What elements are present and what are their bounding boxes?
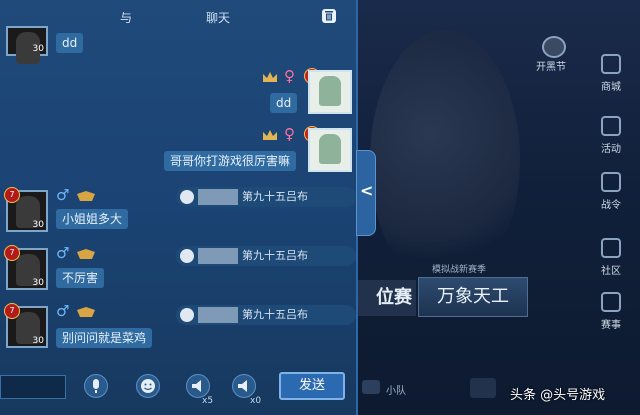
chat-panel: 与 聊天 30 dd ♀ 6 dd ♀ 6 哥哥你打游戏很厉害嘛 7 30: [0, 0, 358, 415]
chevron-left-icon: <: [360, 181, 374, 200]
sidebar-item-events[interactable]: 赛事: [588, 290, 634, 336]
sidebar-item-community[interactable]: 社区: [588, 236, 634, 282]
avatar-level-number: 30: [32, 278, 44, 288]
crown-icon: [263, 130, 277, 140]
collapse-panel-button[interactable]: <: [356, 150, 376, 236]
mode-subtitle: 模拟战新赛季: [432, 265, 487, 275]
sidebar-item-label: 战令: [601, 200, 621, 211]
honor-text: 第九十五吕布: [242, 249, 308, 262]
message-bubble: 小姐姐多大: [56, 209, 129, 229]
chat-header: 与 聊天: [0, 0, 356, 33]
ranked-mode-button[interactable]: 位赛: [352, 280, 416, 316]
activity-icon: [601, 116, 621, 136]
horn-button[interactable]: [186, 374, 210, 398]
male-icon: ♂: [56, 302, 70, 320]
microphone-icon: [93, 379, 99, 393]
horn2-count: x0: [250, 396, 262, 406]
male-icon: ♂: [56, 186, 70, 204]
female-icon: ♀: [284, 125, 295, 143]
avatar-figure: [319, 134, 341, 164]
honor-tag: 第九十五吕布: [176, 187, 356, 207]
sidebar-item-shop[interactable]: 商城: [588, 52, 634, 98]
chat-input[interactable]: [0, 375, 66, 399]
avatar[interactable]: [308, 128, 352, 172]
emoji-button[interactable]: [136, 374, 160, 398]
bottom-menu-button[interactable]: [470, 378, 496, 398]
mode-button-wanxiang[interactable]: 万象天工: [418, 277, 528, 317]
avatar-level-number: 30: [32, 44, 44, 54]
sidebar-item-label: 商城: [601, 82, 621, 93]
horn2-button[interactable]: [232, 374, 256, 398]
crown-icon: [263, 72, 277, 82]
female-icon: ♀: [284, 67, 295, 85]
chat-title-prefix: 与: [120, 11, 133, 25]
avatar-level-number: 30: [32, 336, 44, 346]
sidebar-item-label: 社区: [601, 266, 621, 277]
trophy-icon: [601, 292, 621, 312]
event-badge-icon[interactable]: [542, 36, 566, 58]
watermark: 头条 @头号游戏: [510, 388, 606, 403]
pass-icon: [601, 172, 621, 192]
team-label[interactable]: 小队: [386, 382, 406, 397]
sidebar-item-label: 赛事: [601, 320, 621, 331]
message-bubble: dd: [56, 33, 84, 53]
hero-figure: [370, 30, 520, 290]
avatar[interactable]: [308, 70, 352, 114]
event-label: 开黑节: [536, 62, 566, 73]
avatar-figure: [319, 76, 341, 106]
rank-emblem-icon: [77, 307, 95, 317]
microphone-button[interactable]: [84, 374, 108, 398]
rank-emblem-icon: [77, 191, 95, 201]
trash-icon[interactable]: [320, 7, 338, 25]
sidebar-item-activity[interactable]: 活动: [588, 114, 634, 160]
horn2-icon: [238, 380, 247, 392]
avatar[interactable]: 7 30: [4, 245, 48, 290]
horn-icon: [192, 380, 201, 392]
sidebar-item-pass[interactable]: 战令: [588, 170, 634, 216]
avatar[interactable]: 7 30: [4, 187, 48, 232]
shop-icon: [601, 54, 621, 74]
redacted-block: [198, 189, 238, 205]
sidebar-item-label: 活动: [601, 144, 621, 155]
honor-text: 第九十五吕布: [242, 190, 308, 203]
honor-tag: 第九十五吕布: [176, 305, 356, 325]
level-badge: 7: [4, 303, 20, 319]
level-badge: 7: [4, 245, 20, 261]
avatar[interactable]: 30: [6, 26, 48, 64]
honor-icon: [180, 190, 194, 204]
redacted-block: [198, 248, 238, 264]
honor-icon: [180, 249, 194, 263]
horn-count: x5: [202, 396, 214, 406]
honor-text: 第九十五吕布: [242, 308, 308, 321]
team-icon[interactable]: [362, 380, 380, 394]
emoji-icon: [141, 379, 155, 393]
honor-tag: 第九十五吕布: [176, 246, 356, 266]
send-button[interactable]: 发送: [279, 372, 345, 400]
message-bubble: 哥哥你打游戏很厉害嘛: [164, 151, 297, 171]
level-badge: 7: [4, 187, 20, 203]
honor-icon: [180, 308, 194, 322]
male-icon: ♂: [56, 244, 70, 262]
avatar-level-number: 30: [32, 220, 44, 230]
message-bubble: dd: [270, 93, 298, 113]
chat-title-suffix: 聊天: [206, 11, 231, 25]
message-bubble: 不厉害: [56, 268, 105, 288]
message-bubble: 别问问就是菜鸡: [56, 328, 153, 348]
avatar[interactable]: 7 30: [4, 303, 48, 348]
community-icon: [601, 238, 621, 258]
redacted-block: [198, 307, 238, 323]
rank-emblem-icon: [77, 249, 95, 259]
